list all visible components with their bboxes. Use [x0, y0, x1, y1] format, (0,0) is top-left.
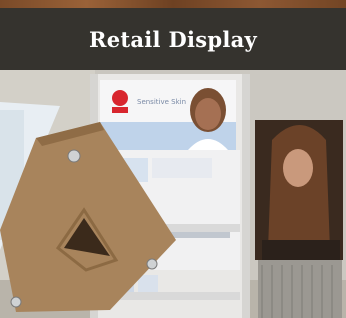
- brand-logo: [112, 90, 128, 106]
- bolt-icon: [67, 149, 81, 163]
- bolt-icon: [10, 296, 22, 308]
- wood-trim: [0, 0, 346, 8]
- banner-title: Retail Display: [88, 26, 258, 52]
- bolt-icon: [146, 258, 158, 270]
- product-poster: [255, 120, 343, 318]
- title-banner: Retail Display: [0, 8, 346, 70]
- sign-text: Sensitive Skin: [137, 98, 186, 106]
- retail-display-photo: Sensitive Skin: [0, 70, 346, 318]
